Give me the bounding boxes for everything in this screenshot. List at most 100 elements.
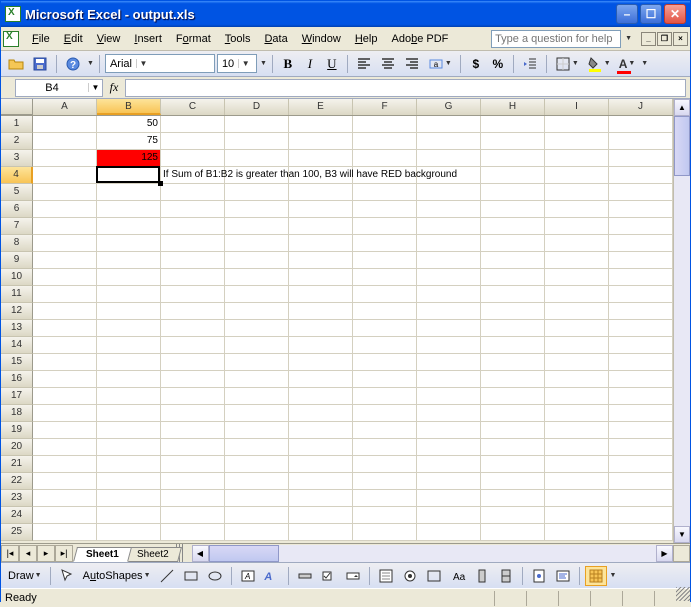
cell-J23[interactable]: [609, 490, 673, 507]
cell-H12[interactable]: [481, 303, 545, 320]
menu-help[interactable]: Help: [348, 30, 385, 48]
form-spinner-button[interactable]: [495, 566, 517, 586]
cell-D9[interactable]: [225, 252, 289, 269]
cell-E1[interactable]: [289, 116, 353, 133]
row-header-22[interactable]: 22: [1, 473, 33, 490]
cell-I23[interactable]: [545, 490, 609, 507]
cell-I11[interactable]: [545, 286, 609, 303]
cell-I1[interactable]: [545, 116, 609, 133]
cell-C20[interactable]: [161, 439, 225, 456]
cell-A18[interactable]: [33, 405, 97, 422]
cell-H2[interactable]: [481, 133, 545, 150]
cell-H13[interactable]: [481, 320, 545, 337]
row-header-24[interactable]: 24: [1, 507, 33, 524]
cell-G25[interactable]: [417, 524, 481, 541]
window-maximize-button[interactable]: ☐: [640, 4, 662, 24]
cell-J10[interactable]: [609, 269, 673, 286]
cell-A7[interactable]: [33, 218, 97, 235]
cell-H7[interactable]: [481, 218, 545, 235]
cell-G24[interactable]: [417, 507, 481, 524]
cell-D21[interactable]: [225, 456, 289, 473]
cell-G2[interactable]: [417, 133, 481, 150]
fx-icon[interactable]: fx: [103, 80, 125, 95]
cell-H11[interactable]: [481, 286, 545, 303]
chevron-down-icon[interactable]: ▼: [238, 59, 252, 68]
cell-E24[interactable]: [289, 507, 353, 524]
cell-J6[interactable]: [609, 201, 673, 218]
cell-I3[interactable]: [545, 150, 609, 167]
cell-E18[interactable]: [289, 405, 353, 422]
toolbar-more-icon[interactable]: ▼: [610, 572, 617, 579]
cell-A12[interactable]: [33, 303, 97, 320]
cell-B9[interactable]: [97, 252, 161, 269]
vertical-scrollbar[interactable]: ▲ ▼: [673, 99, 690, 543]
cell-C18[interactable]: [161, 405, 225, 422]
cell-C7[interactable]: [161, 218, 225, 235]
cell-J19[interactable]: [609, 422, 673, 439]
column-header-E[interactable]: E: [289, 99, 353, 115]
menu-format[interactable]: Format: [169, 30, 218, 48]
open-button[interactable]: [5, 54, 27, 74]
cell-G22[interactable]: [417, 473, 481, 490]
mdi-minimize-button[interactable]: _: [641, 32, 656, 46]
bold-button[interactable]: B: [278, 54, 298, 74]
cell-A9[interactable]: [33, 252, 97, 269]
row-header-5[interactable]: 5: [1, 184, 33, 201]
font-options-icon[interactable]: ▼: [260, 60, 267, 67]
cell-C24[interactable]: [161, 507, 225, 524]
cell-H15[interactable]: [481, 354, 545, 371]
cell-B4[interactable]: [97, 167, 161, 184]
cell-D11[interactable]: [225, 286, 289, 303]
name-box[interactable]: B4 ▼: [15, 79, 103, 97]
cell-C22[interactable]: [161, 473, 225, 490]
cell-C14[interactable]: [161, 337, 225, 354]
cell-H10[interactable]: [481, 269, 545, 286]
form-button-1[interactable]: [294, 566, 316, 586]
merge-center-button[interactable]: a▼: [425, 54, 455, 74]
cell-G16[interactable]: [417, 371, 481, 388]
cell-F16[interactable]: [353, 371, 417, 388]
cell-J18[interactable]: [609, 405, 673, 422]
row-header-23[interactable]: 23: [1, 490, 33, 507]
cell-H19[interactable]: [481, 422, 545, 439]
cell-H1[interactable]: [481, 116, 545, 133]
cell-I13[interactable]: [545, 320, 609, 337]
form-radio-button[interactable]: [399, 566, 421, 586]
cell-F23[interactable]: [353, 490, 417, 507]
cell-B25[interactable]: [97, 524, 161, 541]
line-button[interactable]: [156, 566, 178, 586]
cell-G13[interactable]: [417, 320, 481, 337]
cell-J1[interactable]: [609, 116, 673, 133]
cell-G14[interactable]: [417, 337, 481, 354]
cell-C19[interactable]: [161, 422, 225, 439]
help-dropdown-icon[interactable]: ▼: [625, 35, 632, 42]
cell-B10[interactable]: [97, 269, 161, 286]
font-color-button[interactable]: A▼: [616, 54, 639, 74]
cell-E12[interactable]: [289, 303, 353, 320]
sheet-nav-prev[interactable]: ◂: [19, 545, 37, 562]
align-left-button[interactable]: [353, 54, 375, 74]
cell-H16[interactable]: [481, 371, 545, 388]
menu-view[interactable]: View: [90, 30, 128, 48]
font-size-combo[interactable]: 10▼: [217, 54, 257, 73]
cell-I8[interactable]: [545, 235, 609, 252]
cell-G3[interactable]: [417, 150, 481, 167]
cell-H17[interactable]: [481, 388, 545, 405]
sheet-nav-next[interactable]: ▸: [37, 545, 55, 562]
cell-I22[interactable]: [545, 473, 609, 490]
cell-C2[interactable]: [161, 133, 225, 150]
cell-C21[interactable]: [161, 456, 225, 473]
cell-A4[interactable]: [33, 167, 97, 184]
cell-C10[interactable]: [161, 269, 225, 286]
cell-F12[interactable]: [353, 303, 417, 320]
form-checkbox-button[interactable]: [318, 566, 340, 586]
menu-file[interactable]: File: [25, 30, 57, 48]
cell-D24[interactable]: [225, 507, 289, 524]
cell-H14[interactable]: [481, 337, 545, 354]
row-header-7[interactable]: 7: [1, 218, 33, 235]
cell-J16[interactable]: [609, 371, 673, 388]
row-header-16[interactable]: 16: [1, 371, 33, 388]
column-header-B[interactable]: B: [97, 99, 161, 115]
scroll-track[interactable]: [209, 545, 657, 562]
decrease-indent-button[interactable]: [519, 54, 541, 74]
